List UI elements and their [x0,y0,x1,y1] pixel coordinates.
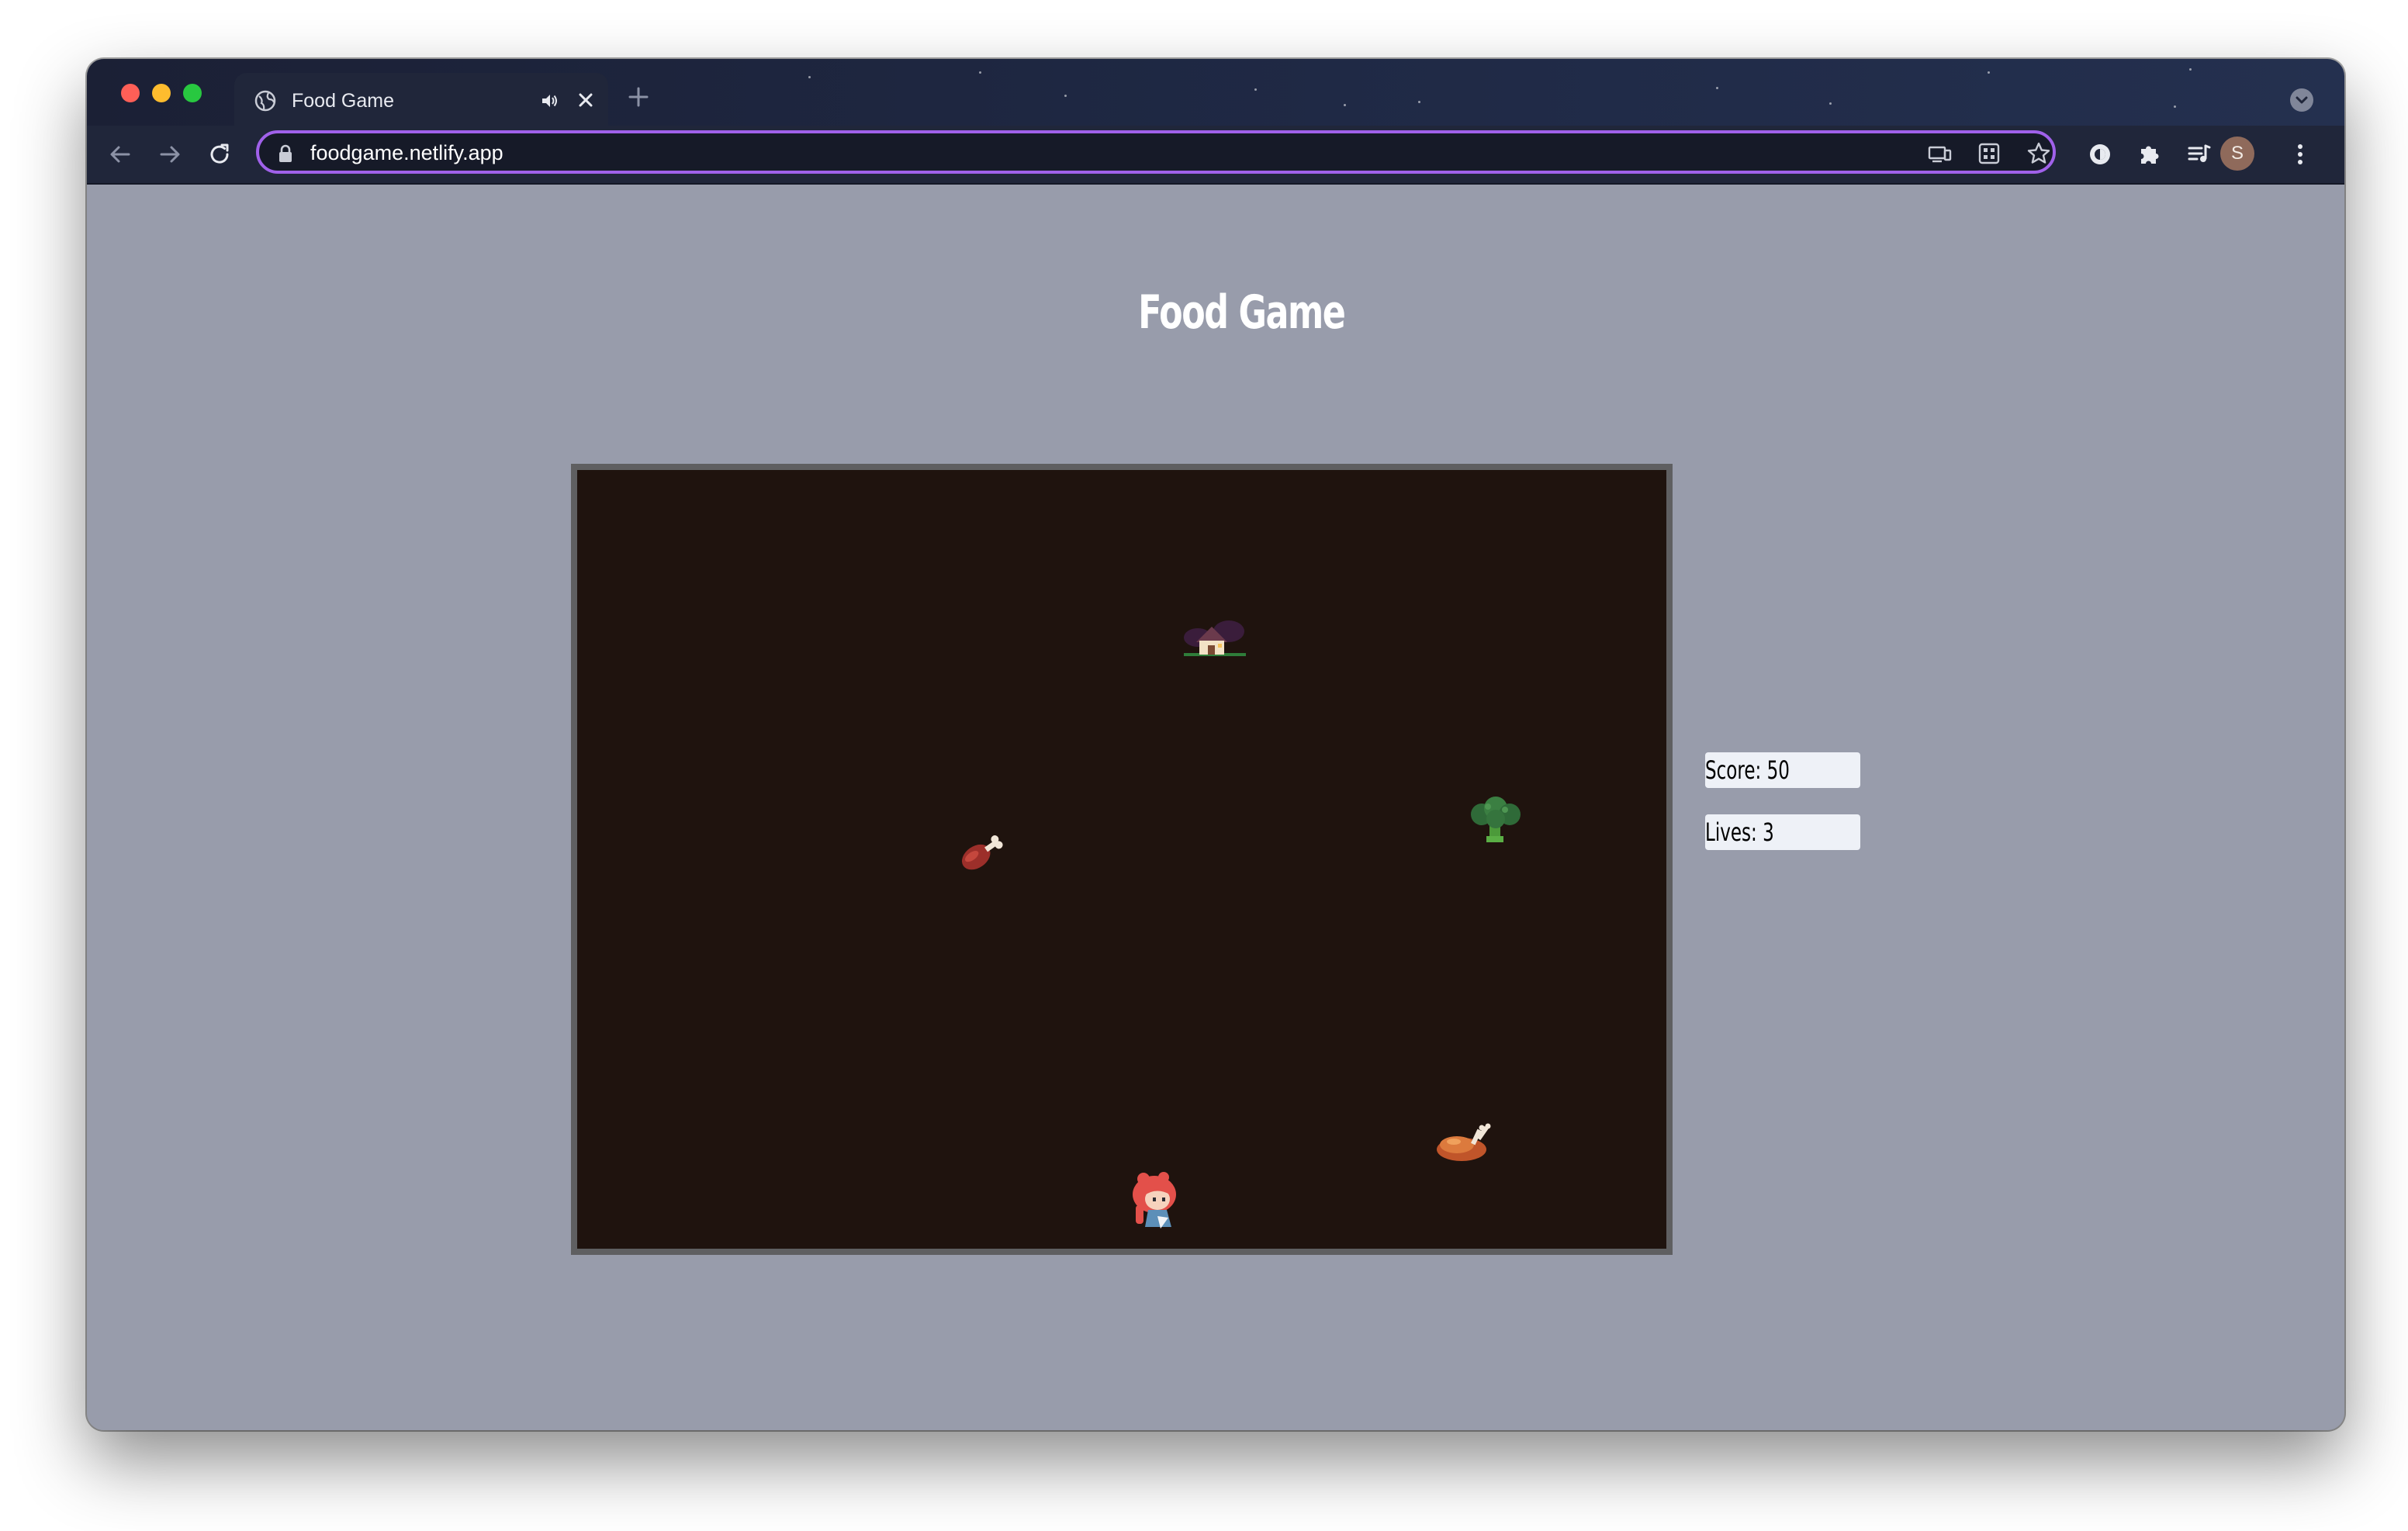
roast-chicken-sprite [1437,1123,1491,1161]
background-star [1418,101,1420,103]
background-star [979,71,981,74]
broccoli-sprite [1471,797,1521,842]
extensions-icon[interactable] [2136,141,2163,168]
score-display: Score: 50 [1705,752,1860,788]
house-sprite [1184,620,1246,656]
tab-title: Food Game [292,90,395,112]
url-text[interactable]: foodgame.netlify.app [310,140,503,166]
background-star [808,76,811,78]
background-star [1254,88,1257,91]
forward-button[interactable] [157,141,183,168]
profile-avatar[interactable]: S [2220,137,2254,171]
browser-toolbar: foodgame.netlify.app S [87,126,2344,185]
tab-search-button[interactable] [2290,88,2313,112]
page-title: Food Game [1138,285,1346,340]
score-text: Score: 50 [1705,755,1790,785]
bookmark-star-icon[interactable] [2026,141,2051,166]
tab-food-game[interactable]: Food Game [234,73,608,127]
background-star [1344,104,1346,106]
background-star [1988,71,1990,74]
page-content: Food Game Score: 50 Lives: 3 [87,185,2344,1430]
lock-icon[interactable] [278,144,293,163]
background-star [1716,87,1718,89]
media-queue-icon[interactable] [2186,141,2213,168]
minimize-window-button[interactable] [152,84,171,102]
cast-icon[interactable] [1927,141,1952,166]
more-vert-icon[interactable] [2287,141,2313,168]
background-star [1829,102,1832,105]
tab-strip: Food Game [87,59,2344,127]
chevron-down-icon [2296,96,2308,104]
speaker-icon[interactable] [540,92,559,110]
background-star [1064,95,1067,97]
reload-button[interactable] [206,141,233,168]
close-icon[interactable] [576,90,596,110]
game-board[interactable] [571,464,1673,1255]
maximize-window-button[interactable] [183,84,202,102]
new-tab-button[interactable] [627,85,650,109]
address-bar[interactable]: foodgame.netlify.app [256,130,2056,174]
player-sprite [1133,1172,1176,1229]
theme-icon[interactable] [2087,141,2113,168]
close-window-button[interactable] [121,84,140,102]
globe-icon [254,90,276,112]
back-button[interactable] [107,141,133,168]
apps-icon[interactable] [1977,141,2001,166]
background-star [2174,105,2176,108]
background-star [2189,68,2192,71]
meat-sprite [961,835,1003,870]
browser-window: Food Game foodgame.netlify.app S Food Ga… [87,59,2344,1430]
lives-display: Lives: 3 [1705,814,1860,850]
lives-text: Lives: 3 [1705,817,1774,847]
